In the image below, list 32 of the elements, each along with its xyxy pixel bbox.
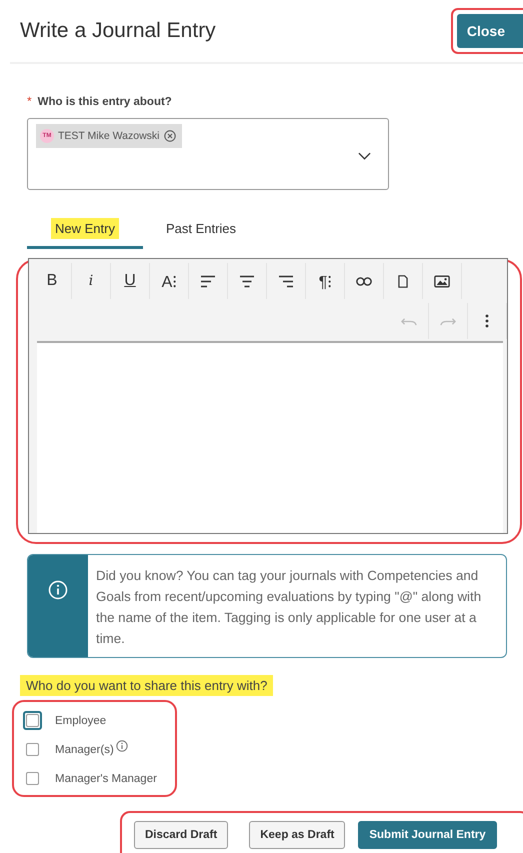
link-icon	[356, 274, 372, 288]
info-icon[interactable]	[116, 740, 128, 752]
share-question: Who do you want to share this entry with?	[20, 675, 274, 696]
page-title: Write a Journal Entry	[20, 19, 216, 43]
checkbox[interactable]	[26, 743, 39, 756]
remove-icon[interactable]	[164, 130, 176, 142]
checkbox[interactable]	[26, 714, 39, 727]
underline-button[interactable]: U	[111, 263, 150, 299]
font-size-button[interactable]: A⁝	[150, 263, 189, 299]
align-left-icon	[200, 274, 216, 288]
paragraph-button[interactable]: ¶⁝	[306, 263, 345, 299]
chip-name: TEST Mike Wazowski	[58, 130, 160, 142]
italic-button[interactable]: i	[72, 263, 111, 299]
field-label: Who is this entry about?	[38, 96, 172, 108]
chevron-down-icon[interactable]	[358, 152, 371, 160]
info-icon	[48, 580, 68, 600]
info-text: Did you know? You can tag your journals with Competencies and Goals from recent/upcoming evaluations by typing "@" along with the name of the item. Tagging is only applicable for one user at a time.	[95, 567, 482, 648]
bold-button[interactable]: B	[33, 263, 72, 299]
checkbox-label[interactable]: Manager's Manager	[55, 772, 157, 784]
checkbox[interactable]	[26, 772, 39, 785]
image-icon	[434, 274, 450, 288]
action-button[interactable]: Keep as Draft	[249, 821, 346, 849]
tab[interactable]: New Entry	[27, 215, 143, 249]
required-asterisk: *	[27, 94, 32, 108]
action-button[interactable]: Submit Journal Entry	[358, 821, 497, 849]
tab[interactable]: Past Entries	[143, 215, 259, 249]
close-button[interactable]: Close	[456, 14, 523, 48]
checkbox-label[interactable]: Manager(s)	[55, 744, 114, 756]
align-right-icon	[278, 274, 294, 288]
action-button[interactable]: Discard Draft	[134, 821, 228, 849]
align-center-icon	[239, 274, 255, 288]
checkbox-label[interactable]: Employee	[55, 714, 106, 726]
